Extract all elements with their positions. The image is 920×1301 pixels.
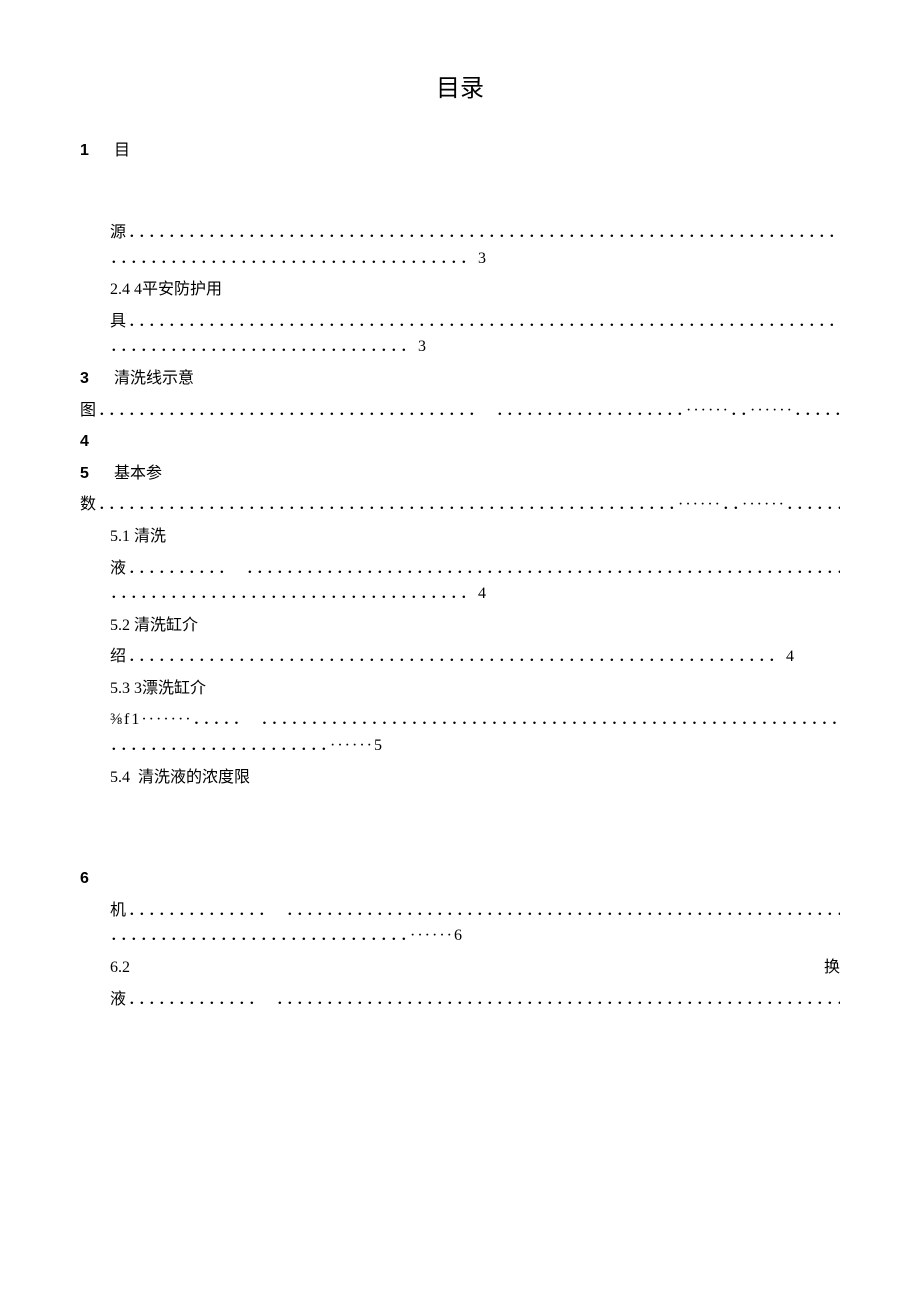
section-label: 3漂洗缸介 bbox=[134, 680, 206, 697]
entry-char: 数 bbox=[80, 496, 98, 513]
entry-char: 具 bbox=[110, 313, 128, 330]
section-label: 清洗缸介 bbox=[134, 617, 198, 634]
toc-entry-ji: 机．．．．．．．．．．．．．． ．．．．．．．．．．．．．．．．．．．．．．．．… bbox=[80, 898, 840, 949]
dots: ．．．．．．．．．．．．．．．．．．．．．．．．．．．．．．．．．．．．．．．．… bbox=[128, 224, 840, 241]
toc-section-5-3: 5.3 3漂洗缸介 bbox=[80, 676, 840, 702]
section-number: 5.3 bbox=[110, 680, 130, 697]
entry-char: 机 bbox=[110, 902, 128, 919]
section-label: 目 bbox=[114, 142, 130, 159]
dots: ．．．．．．．．．．．．．． ．．．．．．．．．．．．．．．．．．．．．．．．．… bbox=[128, 902, 840, 919]
entry-char: 液 bbox=[110, 991, 128, 1008]
toc-title: 目录 bbox=[80, 70, 840, 108]
toc-section-5-1: 5.1 清洗 bbox=[80, 524, 840, 550]
section-number: 5.2 bbox=[110, 617, 130, 634]
section-number: 2.4 bbox=[110, 281, 130, 298]
toc-entry-tu: 图．．．．．．．．．．．．．．．．．．．．．．．．．．．．．．．．．．．．．． … bbox=[80, 398, 840, 424]
dots: ．．．．．．．．．．．．． ．．．．．．．．．．．．．．．．．．．．．．．．．．… bbox=[128, 991, 840, 1008]
toc-entry-ju: 具．．．．．．．．．．．．．．．．．．．．．．．．．．．．．．．．．．．．．．．… bbox=[80, 309, 840, 360]
toc-section-6-2: 6.2 换 bbox=[80, 955, 840, 981]
entry-char: ⅜f1 bbox=[110, 711, 141, 728]
dots: ．．．．．．．．．．．．．．．．．．．．．．．．．．．．．．．．．．．．．．．．… bbox=[128, 648, 796, 665]
toc-section-1: 1 目 bbox=[80, 138, 840, 164]
section-number: 5 bbox=[80, 461, 110, 487]
dots: ·······．．．．． ．．．．．．．．．．．．．．．．．．．．．．．．．．．… bbox=[141, 711, 840, 728]
dots: ．．．．．．．．．．．．．．．．．．．．．．．．．．．．．．．．．．．．4 bbox=[110, 585, 488, 602]
dots: ．．．．．．．．．． ．．．．．．．．．．．．．．．．．．．．．．．．．．．．．… bbox=[128, 560, 840, 577]
entry-char: 绍 bbox=[110, 648, 128, 665]
toc-section-5: 5 基本参 bbox=[80, 461, 840, 487]
section-label: 清洗 bbox=[134, 528, 166, 545]
dots: ．．．．．．．．．．．．．．．．．．．．．．······5 bbox=[110, 737, 384, 754]
section-label: 清洗线示意 bbox=[114, 370, 194, 387]
dots: ．．．．．．．．．．．．．．．．．．．．．．．．．．．．．．．．．．．．．．．．… bbox=[128, 313, 840, 330]
section-number: 5.1 bbox=[110, 528, 130, 545]
entry-char: 源 bbox=[110, 224, 128, 241]
section-number: 3 bbox=[80, 366, 110, 392]
toc-entry-shao: 绍．．．．．．．．．．．．．．．．．．．．．．．．．．．．．．．．．．．．．．．… bbox=[80, 644, 840, 670]
toc-section-5-4: 5.4 清洗液的浓度限 bbox=[80, 765, 840, 791]
section-number: 1 bbox=[80, 138, 110, 164]
dots: ．．．．．．．．．．．．．．．．．．．．．．．．．．．．．．．．．．．．．． ．… bbox=[98, 402, 840, 419]
section-label: 清洗液的浓度限 bbox=[138, 769, 250, 786]
toc-section-2-4: 2.4 4平安防护用 bbox=[80, 277, 840, 303]
section-label: 4平安防护用 bbox=[134, 281, 222, 298]
section-number: 6.2 bbox=[110, 959, 130, 976]
section-number: 5.4 bbox=[110, 769, 130, 786]
right-char: 换 bbox=[824, 955, 840, 981]
toc-entry-yuan: 源．．．．．．．．．．．．．．．．．．．．．．．．．．．．．．．．．．．．．．．… bbox=[80, 220, 840, 271]
dots: ．．．．．．．．．．．．．．．．．．．．．．．．．．．．．．．．．．．．3 bbox=[110, 250, 488, 267]
section-number: 4 bbox=[80, 429, 110, 455]
entry-char: 图 bbox=[80, 402, 98, 419]
toc-section-3: 3 清洗线示意 bbox=[80, 366, 840, 392]
dots: ．．．．．．．．．．．．．．．．．．．．．．．．．．．．．．．．．．．．．．．．… bbox=[98, 496, 840, 513]
dots: ．．．．．．．．．．．．．．．．．．．．．．．．．．．．．．3 bbox=[110, 338, 428, 355]
toc-section-6: 6 bbox=[80, 866, 840, 892]
toc-section-5-2: 5.2 清洗缸介 bbox=[80, 613, 840, 639]
section-number: 6 bbox=[80, 866, 110, 892]
entry-char: 液 bbox=[110, 560, 128, 577]
dots: ．．．．．．．．．．．．．．．．．．．．．．．．．．．．．．······6 bbox=[110, 927, 464, 944]
toc-entry-f1: ⅜f1·······．．．．． ．．．．．．．．．．．．．．．．．．．．．．．．… bbox=[80, 707, 840, 758]
section-label: 基本参 bbox=[114, 465, 162, 482]
toc-section-4: 4 bbox=[80, 429, 840, 455]
toc-entry-ye2: 液．．．．．．．．．．．．． ．．．．．．．．．．．．．．．．．．．．．．．．．… bbox=[80, 987, 840, 1013]
toc-entry-ye: 液．．．．．．．．．． ．．．．．．．．．．．．．．．．．．．．．．．．．．．．… bbox=[80, 556, 840, 607]
toc-entry-shu: 数．．．．．．．．．．．．．．．．．．．．．．．．．．．．．．．．．．．．．．．… bbox=[80, 492, 840, 518]
